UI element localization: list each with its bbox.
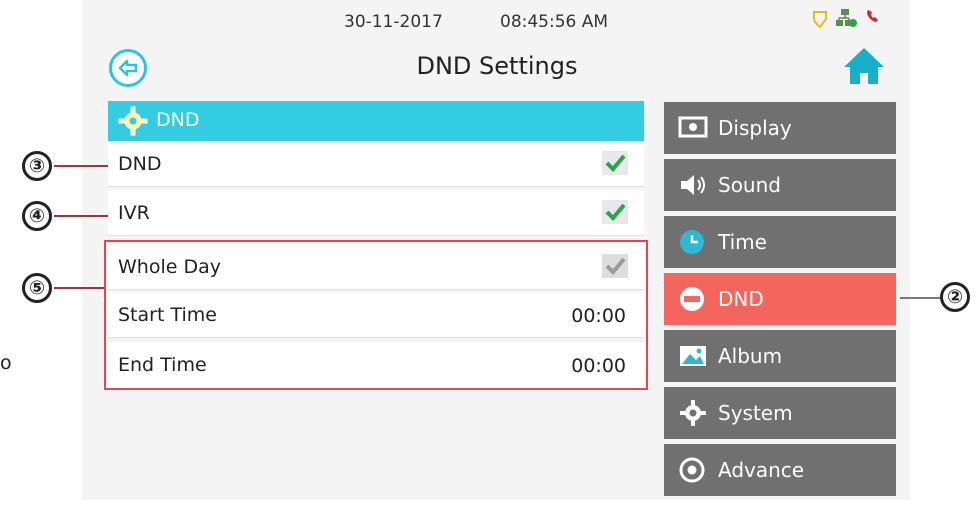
margin-text: o bbox=[0, 352, 12, 374]
callout-line-3 bbox=[54, 165, 108, 167]
callout-3: ③ bbox=[22, 151, 52, 181]
menu-label-advance: Advance bbox=[718, 458, 805, 482]
dnd-row[interactable]: DND bbox=[108, 141, 644, 187]
menu-item-dnd[interactable]: DND bbox=[664, 273, 896, 325]
back-button[interactable] bbox=[109, 49, 147, 87]
dnd-section-header: DND bbox=[108, 101, 644, 141]
status-time: 08:45:56 AM bbox=[500, 12, 609, 32]
menu-item-album[interactable]: Album bbox=[664, 330, 896, 382]
end-time-label: End Time bbox=[118, 354, 207, 376]
callout-line-2 bbox=[900, 297, 940, 299]
end-time-row[interactable]: End Time 00:00 bbox=[108, 342, 644, 388]
gear-icon bbox=[118, 106, 148, 136]
start-time-label: Start Time bbox=[118, 304, 217, 326]
callout-5: ⑤ bbox=[22, 273, 52, 303]
menu-label-display: Display bbox=[718, 116, 792, 140]
ivr-checkbox[interactable] bbox=[602, 200, 628, 224]
callout-line-5 bbox=[54, 287, 104, 289]
dnd-section-label: DND bbox=[156, 109, 200, 131]
display-icon bbox=[678, 116, 708, 138]
advance-icon bbox=[679, 457, 705, 483]
clock-icon bbox=[680, 230, 704, 254]
phone-icon bbox=[867, 10, 878, 22]
menu-label-sound: Sound bbox=[718, 173, 781, 197]
menu-label-time: Time bbox=[718, 230, 767, 254]
dnd-checkbox[interactable] bbox=[602, 151, 628, 175]
end-time-value[interactable]: 00:00 bbox=[571, 355, 626, 377]
menu-label-album: Album bbox=[718, 344, 783, 368]
menu-item-advance[interactable]: Advance bbox=[664, 444, 896, 496]
shield-icon bbox=[813, 11, 827, 28]
start-time-row[interactable]: Start Time 00:00 bbox=[108, 292, 644, 338]
whole-day-row[interactable]: Whole Day bbox=[108, 244, 644, 290]
ivr-label: IVR bbox=[118, 202, 150, 224]
menu-item-display[interactable]: Display bbox=[664, 102, 896, 154]
gear-icon bbox=[680, 400, 706, 426]
dnd-label: DND bbox=[118, 153, 162, 175]
whole-day-checkbox[interactable] bbox=[602, 254, 628, 278]
speaker-icon bbox=[681, 175, 705, 195]
ivr-row[interactable]: IVR bbox=[108, 190, 644, 236]
start-time-value[interactable]: 00:00 bbox=[571, 305, 626, 327]
callout-line-4 bbox=[54, 215, 108, 217]
page-title: DND Settings bbox=[416, 52, 578, 80]
whole-day-label: Whole Day bbox=[118, 256, 221, 278]
menu-item-sound[interactable]: Sound bbox=[664, 159, 896, 211]
menu-item-system[interactable]: System bbox=[664, 387, 896, 439]
network-icon bbox=[836, 9, 857, 27]
image-icon bbox=[680, 346, 706, 366]
callout-4: ④ bbox=[22, 201, 52, 231]
back-arrow-icon bbox=[118, 59, 138, 77]
menu-label-dnd: DND bbox=[718, 287, 764, 311]
menu-label-system: System bbox=[718, 401, 793, 425]
device-screen: 30-11-2017 08:45:56 AM DND Settings DND … bbox=[82, 0, 910, 500]
status-date: 30-11-2017 bbox=[344, 12, 443, 32]
home-icon[interactable] bbox=[842, 44, 886, 88]
callout-2: ② bbox=[940, 282, 970, 312]
dnd-icon bbox=[680, 287, 704, 311]
menu-item-time[interactable]: Time bbox=[664, 216, 896, 268]
